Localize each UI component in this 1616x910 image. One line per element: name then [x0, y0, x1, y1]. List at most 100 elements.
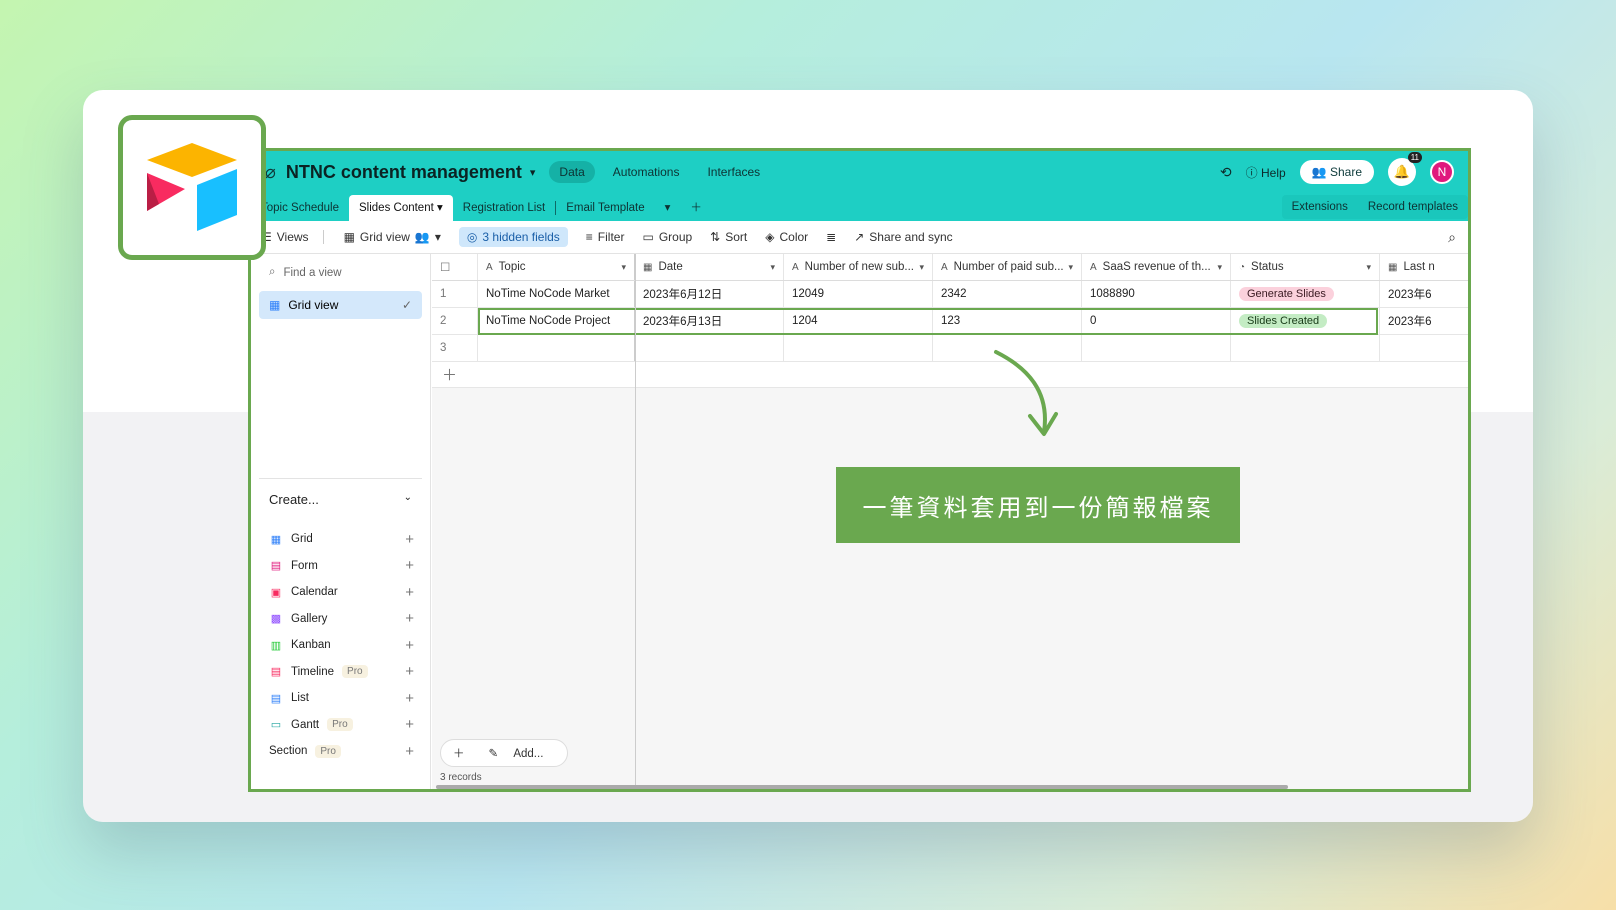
find-placeholder: Find a view: [283, 266, 342, 279]
cell-topic[interactable]: NoTime NoCode Market: [478, 281, 635, 307]
plus-icon[interactable]: +: [405, 610, 414, 627]
cell-paid-subs[interactable]: 123: [933, 308, 1082, 334]
tab-registration-list[interactable]: Registration List: [453, 195, 555, 221]
row-number[interactable]: 2: [432, 308, 478, 334]
cell-new-subs[interactable]: 1204: [784, 308, 933, 334]
table-row[interactable]: 2 NoTime NoCode Project 2023年6月13日 1204 123 0…: [432, 308, 1468, 335]
table-row[interactable]: 1 NoTime NoCode Market 2023年6月12日 12049 2342…: [432, 281, 1468, 308]
views-toggle[interactable]: ☰ Views: [261, 230, 324, 244]
cell-paid-subs[interactable]: 2342: [933, 281, 1082, 307]
cell-last[interactable]: 2023年6: [1380, 281, 1440, 307]
create-item-section[interactable]: Section Pro +: [269, 738, 414, 765]
plus-icon[interactable]: +: [405, 690, 414, 707]
divider: [259, 478, 422, 479]
add-ai-button[interactable]: ✎ Add...: [477, 746, 568, 760]
column-header-date[interactable]: ▦ Date ▾: [635, 254, 784, 280]
nav-interfaces[interactable]: Interfaces: [697, 161, 770, 183]
paint-icon: ◈: [765, 230, 775, 244]
column-header-saas-revenue[interactable]: A SaaS revenue of th... ▾: [1082, 254, 1231, 280]
plus-icon[interactable]: +: [405, 557, 414, 574]
check-icon: ✓: [401, 298, 412, 312]
row-number[interactable]: 1: [432, 281, 478, 307]
cell-saas-revenue[interactable]: 1088890: [1082, 281, 1231, 307]
cell-topic[interactable]: NoTime NoCode Project: [478, 308, 635, 334]
search-icon[interactable]: ⌕: [1448, 229, 1456, 246]
row-height-icon[interactable]: ≣: [826, 230, 836, 244]
base-title[interactable]: NTNC content management: [286, 162, 522, 183]
create-item-list[interactable]: ▤ List +: [269, 685, 414, 712]
cell-status[interactable]: Generate Slides: [1231, 281, 1380, 307]
history-icon[interactable]: ⟲: [1220, 164, 1232, 181]
share-button[interactable]: 👥 Share: [1299, 160, 1374, 184]
bottom-add-bar: ＋ ✎ Add...: [440, 739, 569, 767]
column-header-status[interactable]: ◔ Status ▾: [1231, 254, 1380, 280]
bell-icon[interactable]: 🔔 11: [1388, 152, 1422, 186]
cell-status[interactable]: Slides Created: [1231, 308, 1380, 334]
column-header-topic[interactable]: A Topic ▾: [478, 254, 635, 280]
sidebar-item-grid-view[interactable]: ▦ Grid view ✓: [259, 291, 422, 319]
create-item-kanban[interactable]: ▥ Kanban +: [269, 632, 414, 659]
cell-saas-revenue[interactable]: [1082, 335, 1231, 361]
tab-label: Slides Content: [359, 202, 434, 214]
cell-last[interactable]: 2023年6: [1380, 308, 1440, 334]
add-table-icon[interactable]: ＋: [680, 195, 712, 221]
filter-button[interactable]: ≡ Filter: [586, 230, 625, 244]
create-item-form[interactable]: ▤ Form +: [269, 553, 414, 580]
color-button[interactable]: ◈ Color: [765, 230, 808, 244]
annotation-arrow: [994, 350, 1058, 436]
help-button[interactable]: ⓘ Help: [1246, 164, 1286, 181]
create-view-list: ▦ Grid + ▤ Form + ▣ Calendar + ▩ Gallery + ▥ Kanban + ▤…: [269, 526, 414, 765]
cell-new-subs[interactable]: 12049: [784, 281, 933, 307]
row-number[interactable]: 3: [432, 335, 478, 361]
text-field-icon: A: [941, 261, 948, 273]
create-item-label: Kanban: [291, 639, 331, 652]
add-record-button[interactable]: ＋: [441, 745, 477, 761]
chevron-down-icon[interactable]: ▾: [655, 195, 681, 221]
create-item-timeline[interactable]: ▤ Timeline Pro +: [269, 659, 414, 686]
plus-icon[interactable]: +: [405, 637, 414, 654]
cell-last[interactable]: [1380, 335, 1440, 361]
create-item-gallery[interactable]: ▩ Gallery +: [269, 606, 414, 633]
share-sync-button[interactable]: ↗ Share and sync: [854, 230, 952, 244]
nav-data[interactable]: Data: [549, 161, 595, 183]
cell-date[interactable]: [635, 335, 784, 361]
tab-slides-content[interactable]: Slides Content ▾: [349, 195, 453, 221]
table-row[interactable]: 3: [432, 335, 1468, 362]
create-item-gantt[interactable]: ▭ Gantt Pro +: [269, 712, 414, 739]
column-header-last[interactable]: ▦ Last n: [1380, 254, 1440, 280]
cell-topic[interactable]: [478, 335, 635, 361]
record-templates-button[interactable]: Record templates: [1358, 201, 1468, 213]
column-header-paid-subs[interactable]: A Number of paid sub... ▾: [933, 254, 1082, 280]
chevron-down-icon: ⌄: [403, 492, 412, 503]
find-view-input[interactable]: ⌕ Find a view: [251, 254, 430, 291]
plus-icon[interactable]: +: [405, 716, 414, 733]
grid-view-switcher[interactable]: ▦ Grid view 👥 ▾: [344, 230, 441, 244]
chevron-down-icon[interactable]: ▾: [530, 166, 536, 179]
cell-new-subs[interactable]: [784, 335, 933, 361]
tab-email-template[interactable]: Email Template: [556, 195, 654, 221]
extensions-button[interactable]: Extensions: [1282, 201, 1358, 213]
eye-off-icon: ◎: [466, 230, 478, 244]
column-header-label: Last n: [1403, 261, 1435, 273]
plus-icon[interactable]: +: [405, 531, 414, 548]
plus-icon[interactable]: +: [405, 584, 414, 601]
plus-icon[interactable]: +: [405, 663, 414, 680]
timeline-icon: ▤: [270, 666, 282, 679]
create-section-toggle[interactable]: Create... ⌄: [269, 492, 412, 507]
group-button[interactable]: ▭ Group: [642, 230, 692, 244]
sort-button[interactable]: ⇅ Sort: [710, 230, 747, 244]
plus-icon[interactable]: +: [405, 743, 414, 760]
nav-automations[interactable]: Automations: [603, 161, 690, 183]
cell-status[interactable]: [1231, 335, 1380, 361]
select-all-checkbox[interactable]: ☐: [432, 254, 478, 280]
create-item-grid[interactable]: ▦ Grid +: [269, 526, 414, 553]
hidden-fields-button[interactable]: ◎ 3 hidden fields: [458, 227, 568, 247]
cell-saas-revenue[interactable]: 0: [1082, 308, 1231, 334]
create-item-calendar[interactable]: ▣ Calendar +: [269, 579, 414, 606]
cell-date[interactable]: 2023年6月12日: [635, 281, 784, 307]
cell-date[interactable]: 2023年6月13日: [635, 308, 784, 334]
avatar[interactable]: N: [1430, 160, 1454, 184]
column-header-new-subs[interactable]: A Number of new sub... ▾: [784, 254, 933, 280]
horizontal-scrollbar[interactable]: [436, 785, 1288, 789]
add-row-button[interactable]: ＋: [432, 362, 1468, 388]
